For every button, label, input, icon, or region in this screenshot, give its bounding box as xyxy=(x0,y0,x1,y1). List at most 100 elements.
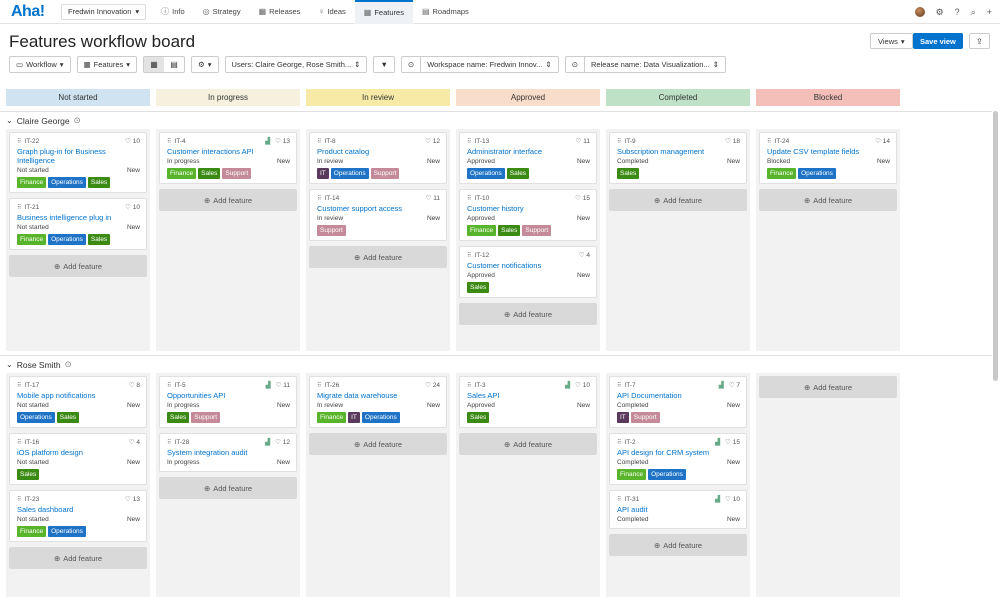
feature-card[interactable]: ⠿ IT-26 ♡ 24 Migrate data warehouse In revie… xyxy=(309,376,447,428)
drag-handle-icon[interactable]: ⠿ xyxy=(17,439,22,446)
tag-operations[interactable]: Operations xyxy=(467,168,505,179)
feature-card[interactable]: ⠿ IT-22 ♡ 10 Graph plug-in for Business Int… xyxy=(9,132,147,193)
drag-handle-icon[interactable]: ⠿ xyxy=(467,195,472,202)
tag-sales[interactable]: Sales xyxy=(87,234,111,245)
feature-name-link[interactable]: Customer support access xyxy=(317,204,440,213)
drag-handle-icon[interactable]: ⠿ xyxy=(617,496,622,503)
feature-card[interactable]: ⠿ IT-23 ♡ 13 Sales dashboard Not started New F… xyxy=(9,490,147,542)
feature-name-link[interactable]: Business intelligence plug in xyxy=(17,213,140,222)
nav-tab-roadmaps[interactable]: ▤ Roadmaps xyxy=(413,0,478,24)
drag-handle-icon[interactable]: ⠿ xyxy=(17,382,22,389)
feature-name-link[interactable]: Administrator interface xyxy=(467,147,590,156)
feature-card[interactable]: ⠿ IT-13 ♡ 11 Administrator interface Approve… xyxy=(459,132,597,184)
tag-operations[interactable]: Operations xyxy=(361,412,400,423)
workspace-dropdown[interactable]: Fredwin Innovation ▾ xyxy=(61,3,147,20)
add-feature-button[interactable]: ⊕ Add feature xyxy=(459,433,597,455)
feature-card[interactable]: ⠿ IT-2 ▟ ♡ 15 API design for CRM system Compl… xyxy=(609,433,747,485)
tag-operations[interactable]: Operations xyxy=(48,234,86,245)
settings-gear-icon[interactable]: ⚙ xyxy=(936,7,944,18)
tag-sales[interactable]: Sales xyxy=(56,412,80,423)
tag-sales[interactable]: Sales xyxy=(617,168,640,179)
nav-tab-releases[interactable]: ▦ Releases xyxy=(250,0,310,24)
feature-card[interactable]: ⠿ IT-21 ♡ 10 Business intelligence plug in N… xyxy=(9,198,147,250)
feature-card[interactable]: ⠿ IT-5 ▟ ♡ 11 Opportunities API In progress Ne… xyxy=(159,376,297,428)
tag-support[interactable]: Support xyxy=(522,225,552,236)
feature-card[interactable]: ⠿ IT-17 ♡ 8 Mobile app notifications Not sta… xyxy=(9,376,147,428)
tag-sales[interactable]: Sales xyxy=(17,469,40,480)
feature-name-link[interactable]: Sales API xyxy=(467,391,590,400)
drag-handle-icon[interactable]: ⠿ xyxy=(317,195,322,202)
nav-tab-ideas[interactable]: ♀ Ideas xyxy=(309,0,354,24)
add-feature-button[interactable]: ⊕ Add feature xyxy=(759,376,897,398)
tag-finance[interactable]: Finance xyxy=(167,168,197,179)
swimlane-header[interactable]: ⌄ Rose Smith ⊙ xyxy=(0,355,992,373)
feature-name-link[interactable]: Migrate data warehouse xyxy=(317,391,440,400)
tag-operations[interactable]: Operations xyxy=(17,412,55,423)
chevron-down-icon[interactable]: ⌄ xyxy=(6,360,13,369)
feature-card[interactable]: ⠿ IT-28 ▟ ♡ 12 System integration audit In pr… xyxy=(159,433,297,472)
tag-support[interactable]: Support xyxy=(370,168,400,179)
settings-dropdown[interactable]: ⚙ ▾ xyxy=(191,56,219,73)
add-filter-button[interactable]: ▼ xyxy=(373,56,395,73)
feature-name-link[interactable]: API Documentation xyxy=(617,391,740,400)
tag-finance[interactable]: Finance xyxy=(467,225,497,236)
tag-sales[interactable]: Sales xyxy=(467,412,490,423)
feature-name-link[interactable]: Product catalog xyxy=(317,147,440,156)
share-export-button[interactable]: ⇪ xyxy=(969,33,990,49)
feature-name-link[interactable]: Customer history xyxy=(467,204,590,213)
feature-name-link[interactable]: Graph plug-in for Business Intelligence xyxy=(17,147,140,165)
tag-it[interactable]: IT xyxy=(317,168,329,179)
tag-sales[interactable]: Sales xyxy=(498,225,521,236)
feature-card[interactable]: ⠿ IT-4 ▟ ♡ 13 Customer interactions API In pr… xyxy=(159,132,297,184)
save-view-button[interactable]: Save view xyxy=(913,33,963,49)
workspace-filter-toggle[interactable]: ⊙ xyxy=(400,56,421,73)
nav-tab-features[interactable]: ▦ Features xyxy=(354,0,413,24)
tag-finance[interactable]: Finance xyxy=(17,526,47,537)
vertical-scrollbar[interactable] xyxy=(993,111,998,381)
drag-handle-icon[interactable]: ⠿ xyxy=(317,138,322,145)
tag-sales[interactable]: Sales xyxy=(467,282,490,293)
feature-name-link[interactable]: Mobile app notifications xyxy=(17,391,140,400)
feature-name-link[interactable]: API design for CRM system xyxy=(617,448,740,457)
feature-name-link[interactable]: iOS platform design xyxy=(17,448,140,457)
tag-sales[interactable]: Sales xyxy=(167,412,190,423)
tag-sales[interactable]: Sales xyxy=(87,177,111,188)
feature-name-link[interactable]: Sales dashboard xyxy=(17,505,140,514)
tag-operations[interactable]: Operations xyxy=(48,526,86,537)
tag-support[interactable]: Support xyxy=(630,412,660,423)
tag-operations[interactable]: Operations xyxy=(648,469,686,480)
drag-handle-icon[interactable]: ⠿ xyxy=(317,382,322,389)
release-filter-toggle[interactable]: ⊙ xyxy=(564,56,584,73)
nav-tab-strategy[interactable]: ◎ Strategy xyxy=(194,0,250,24)
add-feature-button[interactable]: ⊕ Add feature xyxy=(159,189,297,211)
drag-handle-icon[interactable]: ⠿ xyxy=(17,138,22,145)
feature-card[interactable]: ⠿ IT-16 ♡ 4 iOS platform design Not started N… xyxy=(9,433,147,485)
feature-card[interactable]: ⠿ IT-24 ♡ 14 Update CSV template fields Bloc… xyxy=(759,132,897,184)
feature-name-link[interactable]: Update CSV template fields xyxy=(767,147,890,156)
drag-handle-icon[interactable]: ⠿ xyxy=(167,382,172,389)
feature-card[interactable]: ⠿ IT-9 ♡ 18 Subscription management Complete… xyxy=(609,132,747,184)
views-dropdown[interactable]: Views ▾ xyxy=(870,33,913,49)
add-feature-button[interactable]: ⊕ Add feature xyxy=(159,477,297,499)
add-feature-button[interactable]: ⊕ Add feature xyxy=(459,303,597,325)
help-icon[interactable]: ? xyxy=(955,7,960,17)
tag-support[interactable]: Support xyxy=(317,225,346,236)
feature-card[interactable]: ⠿ IT-31 ▟ ♡ 10 API audit Completed New xyxy=(609,490,747,529)
workflow-dropdown[interactable]: ▭ Workflow ▾ xyxy=(9,56,71,73)
swimlane-header[interactable]: ⌄ Claire George ⊙ xyxy=(0,111,992,129)
add-feature-button[interactable]: ⊕ Add feature xyxy=(9,547,147,569)
chevron-down-icon[interactable]: ⌄ xyxy=(6,116,13,125)
tag-finance[interactable]: Finance xyxy=(17,234,47,245)
add-feature-button[interactable]: ⊕ Add feature xyxy=(609,534,747,556)
user-avatar[interactable] xyxy=(914,7,925,17)
drag-handle-icon[interactable]: ⠿ xyxy=(167,439,172,446)
drag-handle-icon[interactable]: ⠿ xyxy=(617,382,622,389)
add-feature-button[interactable]: ⊕ Add feature xyxy=(9,255,147,277)
tag-finance[interactable]: Finance xyxy=(617,469,647,480)
list-view-icon[interactable]: ▤ xyxy=(164,57,184,72)
drag-handle-icon[interactable]: ⠿ xyxy=(467,382,472,389)
tag-operations[interactable]: Operations xyxy=(798,168,836,179)
tag-it[interactable]: IT xyxy=(617,412,629,423)
feature-name-link[interactable]: Subscription management xyxy=(617,147,740,156)
feature-card[interactable]: ⠿ IT-3 ▟ ♡ 10 Sales API Approved New Sales xyxy=(459,376,597,428)
